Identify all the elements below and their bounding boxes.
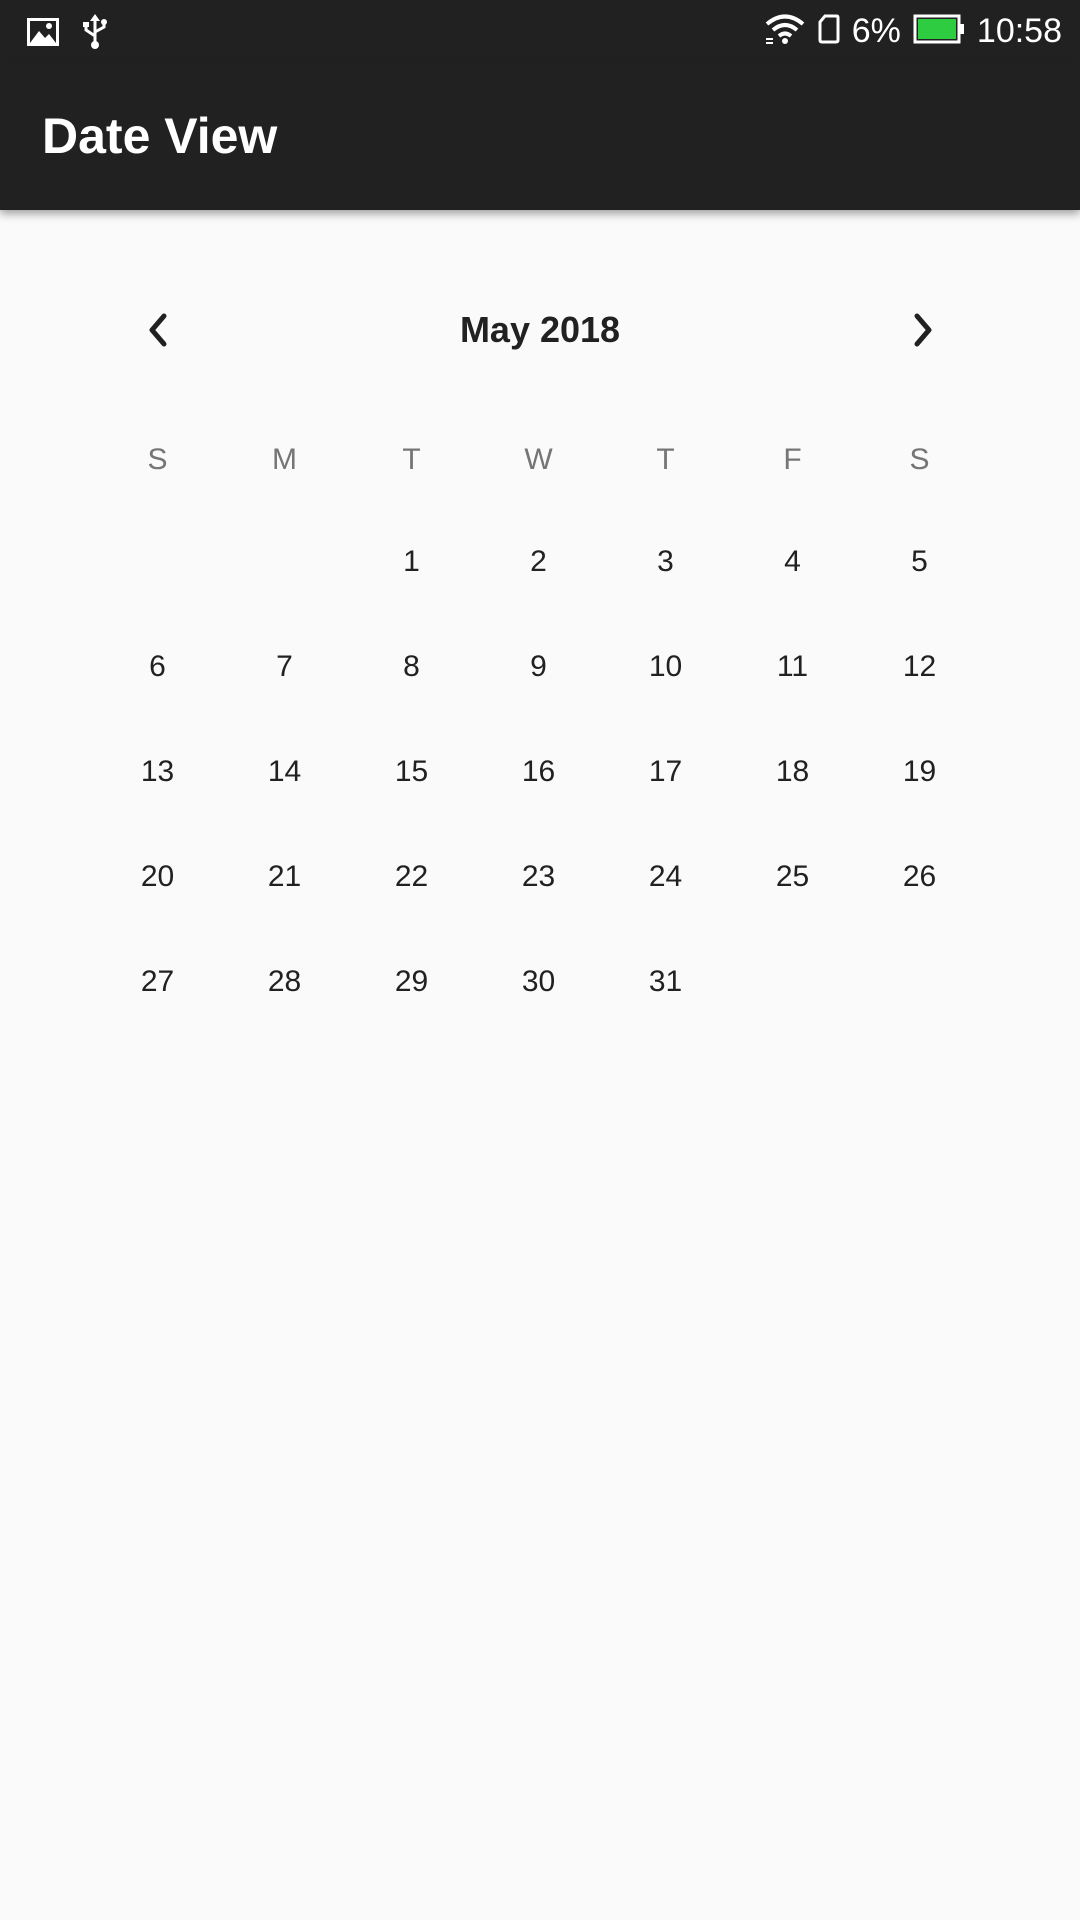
- week-row: 20 21 22 23 24 25 26: [0, 847, 1080, 907]
- day-cell[interactable]: 1: [348, 532, 475, 592]
- day-cell[interactable]: 3: [602, 532, 729, 592]
- day-cell[interactable]: 9: [475, 637, 602, 697]
- day-cell[interactable]: 12: [856, 637, 983, 697]
- weekday-header-row: S M T W T F S: [0, 430, 1080, 490]
- page-title: Date View: [42, 108, 278, 164]
- day-cell[interactable]: 19: [856, 742, 983, 802]
- day-cell[interactable]: 6: [94, 637, 221, 697]
- next-month-button[interactable]: [893, 300, 953, 360]
- day-cell[interactable]: 22: [348, 847, 475, 907]
- day-cell[interactable]: 26: [856, 847, 983, 907]
- week-row: 13 14 15 16 17 18 19: [0, 742, 1080, 802]
- app-bar: Date View: [0, 63, 1080, 210]
- sim-card-icon: [818, 14, 840, 49]
- day-cell[interactable]: 23: [475, 847, 602, 907]
- chevron-left-icon: [149, 313, 167, 347]
- day-cell[interactable]: 25: [729, 847, 856, 907]
- system-icons: 6% 10:58: [764, 0, 1062, 63]
- day-cell[interactable]: 21: [221, 847, 348, 907]
- day-cell[interactable]: 7: [221, 637, 348, 697]
- weekday-label: W: [524, 443, 553, 476]
- week-row: 1 2 3 4 5: [0, 532, 1080, 592]
- day-cell[interactable]: 13: [94, 742, 221, 802]
- day-cell[interactable]: 20: [94, 847, 221, 907]
- day-cell[interactable]: 8: [348, 637, 475, 697]
- weekday-label: M: [272, 443, 297, 476]
- day-cell[interactable]: 27: [94, 952, 221, 1012]
- day-cell[interactable]: 24: [602, 847, 729, 907]
- day-cell[interactable]: 4: [729, 532, 856, 592]
- weekday-label: S: [909, 443, 930, 476]
- weekday-label: F: [783, 443, 802, 476]
- battery-percent: 6%: [851, 12, 901, 50]
- usb-icon: [82, 14, 108, 55]
- notification-icons: [26, 14, 108, 55]
- image-icon: [26, 15, 60, 54]
- weekday-label: T: [656, 443, 675, 476]
- day-cell[interactable]: 29: [348, 952, 475, 1012]
- month-header: May 2018: [0, 300, 1080, 360]
- day-cell[interactable]: 17: [602, 742, 729, 802]
- week-row: 6 7 8 9 10 11 12: [0, 637, 1080, 697]
- wifi-icon: [764, 13, 806, 50]
- day-cell[interactable]: 31: [602, 952, 729, 1012]
- day-cell[interactable]: 18: [729, 742, 856, 802]
- weekday-label: T: [402, 443, 421, 476]
- day-cell[interactable]: 5: [856, 532, 983, 592]
- month-title: May 2018: [459, 309, 621, 350]
- day-cell[interactable]: 28: [221, 952, 348, 1012]
- day-cell[interactable]: 10: [602, 637, 729, 697]
- weekday-label: S: [147, 443, 168, 476]
- day-cell[interactable]: 16: [475, 742, 602, 802]
- day-cell[interactable]: 30: [475, 952, 602, 1012]
- status-bar: 6% 10:58: [0, 0, 1080, 63]
- previous-month-button[interactable]: [128, 300, 188, 360]
- day-cell[interactable]: 15: [348, 742, 475, 802]
- battery-icon: [913, 14, 965, 49]
- chevron-right-icon: [914, 313, 932, 347]
- day-cell[interactable]: 11: [729, 637, 856, 697]
- day-cell[interactable]: 14: [221, 742, 348, 802]
- clock: 10:58: [976, 12, 1062, 50]
- day-cell[interactable]: 2: [475, 532, 602, 592]
- week-row: 27 28 29 30 31: [0, 952, 1080, 1012]
